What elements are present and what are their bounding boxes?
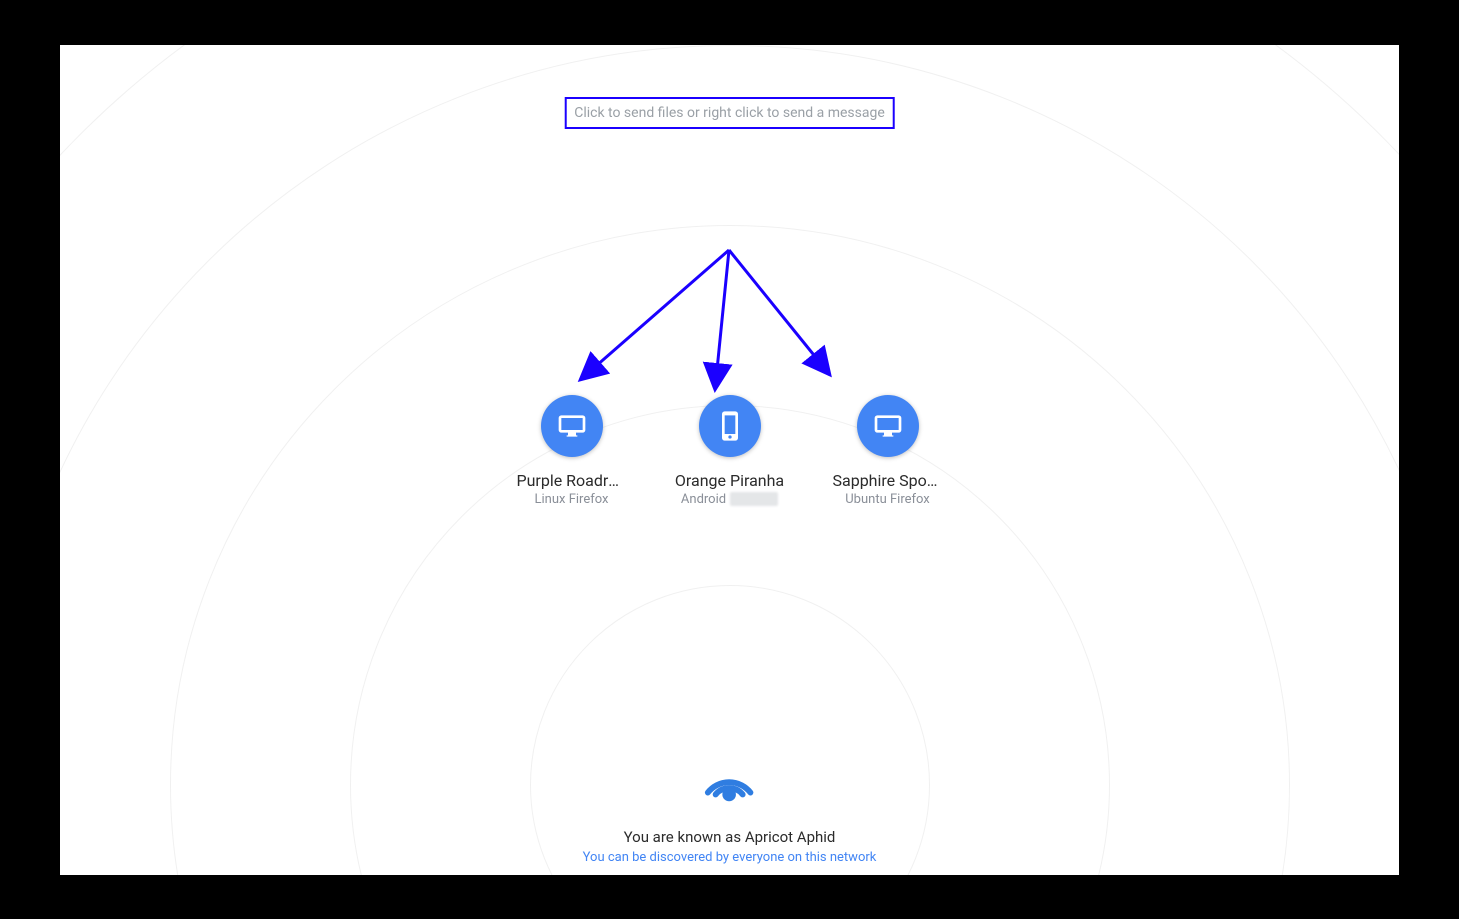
desktop-icon	[857, 395, 919, 457]
desktop-icon	[541, 395, 603, 457]
discovery-status-link[interactable]: You can be discovered by everyone on thi…	[583, 850, 877, 865]
instruction-text: Click to send files or right click to se…	[574, 105, 885, 121]
peer-orange-piranha[interactable]: Orange Piranha Android	[675, 395, 785, 507]
peer-subtitle-text: Linux Firefox	[535, 492, 609, 507]
peer-name: Sapphire Spoonbill	[833, 471, 943, 490]
peer-subtitle-text: Android	[681, 492, 726, 507]
mobile-icon	[699, 395, 761, 457]
peer-name: Purple Roadrunner	[517, 471, 627, 490]
identity-line: You are known as Apricot Aphid	[624, 828, 836, 846]
broadcast-logo-icon	[699, 748, 761, 810]
footer: You are known as Apricot Aphid You can b…	[583, 748, 877, 865]
peer-purple-roadrunner[interactable]: Purple Roadrunner Linux Firefox	[517, 395, 627, 507]
peer-sapphire-spoonbill[interactable]: Sapphire Spoonbill Ubuntu Firefox	[833, 395, 943, 507]
peer-subtitle-text: Ubuntu Firefox	[845, 492, 930, 507]
peer-subtitle: Linux Firefox	[535, 492, 609, 507]
peers-row: Purple Roadrunner Linux Firefox Orange P…	[517, 395, 943, 507]
peer-name: Orange Piranha	[675, 471, 785, 490]
identity-prefix: You are known as	[624, 828, 745, 846]
redacted-text	[730, 492, 778, 506]
identity-name: Apricot Aphid	[745, 828, 836, 846]
instruction-tooltip: Click to send files or right click to se…	[564, 97, 895, 129]
app-stage: Click to send files or right click to se…	[60, 45, 1399, 875]
peer-subtitle: Android	[681, 492, 778, 507]
peer-subtitle: Ubuntu Firefox	[845, 492, 930, 507]
